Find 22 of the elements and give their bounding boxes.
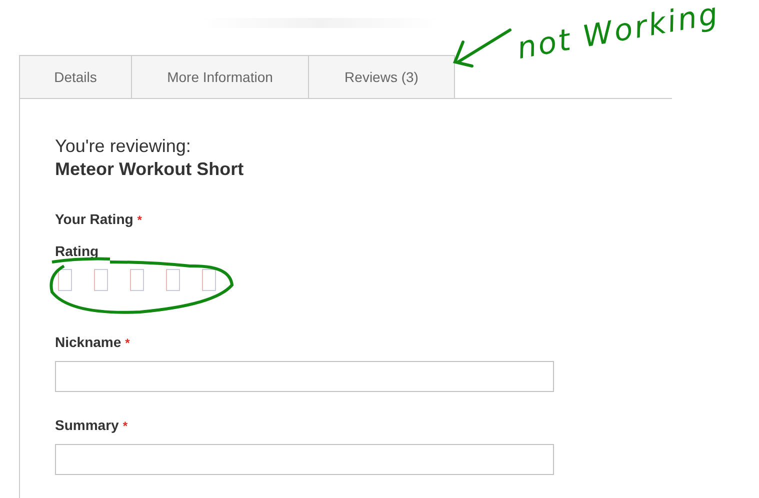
arrow-drawing: [452, 28, 512, 68]
required-mark: *: [122, 419, 128, 433]
handwritten-note: not Working: [514, 0, 722, 67]
field-label: Nickname: [55, 334, 122, 350]
tab[interactable]: Details: [19, 55, 132, 98]
product-name: Meteor Workout Short: [55, 158, 245, 181]
input-field[interactable]: [55, 444, 554, 475]
input-field[interactable]: [55, 361, 554, 392]
field-label: Your Rating: [55, 211, 134, 227]
star-placeholder-icon[interactable]: [166, 269, 180, 291]
star-placeholder-icon[interactable]: [58, 269, 72, 291]
required-mark: *: [137, 213, 142, 227]
rating-label: Rating: [55, 242, 100, 260]
underline-stroke: [52, 257, 110, 264]
required-mark: *: [125, 336, 130, 350]
star-placeholder-icon[interactable]: [202, 269, 216, 291]
reviewing-label: You're reviewing:: [55, 135, 192, 157]
star-placeholder-icon[interactable]: [130, 269, 144, 291]
field-label: Summary: [55, 417, 119, 433]
tab[interactable]: More Information: [132, 55, 309, 98]
star-placeholder-icon[interactable]: [94, 269, 108, 291]
tab[interactable]: Reviews (3): [309, 55, 455, 98]
